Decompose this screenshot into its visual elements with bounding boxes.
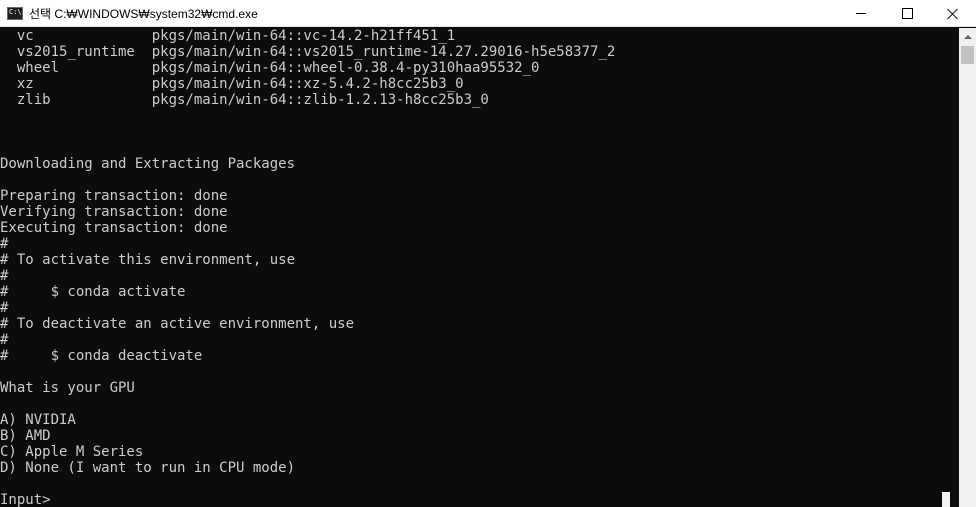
console-line: Preparing transaction: done: [0, 188, 228, 204]
console-line: #: [0, 268, 9, 284]
console-line: D) None (I want to run in CPU mode): [0, 460, 296, 476]
console-line: Executing transaction: done: [0, 220, 228, 236]
console-line: #: [0, 332, 9, 348]
console-line: # To activate this environment, use: [0, 252, 296, 268]
console-line: # To deactivate an active environment, u…: [0, 316, 355, 332]
scroll-thumb[interactable]: [961, 46, 974, 64]
console-line: zlib pkgs/main/win-64::zlib-1.2.13-h8cc2…: [0, 92, 489, 108]
close-button[interactable]: [930, 0, 976, 27]
arrow-up-icon: [963, 34, 972, 39]
console-line: # $ conda deactivate: [0, 348, 203, 364]
minimize-icon: [856, 13, 866, 14]
text-cursor: [942, 492, 950, 507]
maximize-button[interactable]: [884, 0, 930, 27]
title-bar[interactable]: C:\ 선택 C:₩WINDOWS₩system32₩cmd.exe: [0, 0, 976, 27]
console-line: #: [0, 236, 9, 252]
minimize-button[interactable]: [838, 0, 884, 27]
window-title: 선택 C:₩WINDOWS₩system32₩cmd.exe: [29, 7, 258, 21]
console-line: xz pkgs/main/win-64::xz-5.4.2-h8cc25b3_0: [0, 76, 464, 92]
maximize-icon: [901, 8, 913, 19]
console-line: A) NVIDIA: [0, 412, 76, 428]
console-line: vs2015_runtime pkgs/main/win-64::vs2015_…: [0, 44, 616, 60]
console-line: Verifying transaction: done: [0, 204, 228, 220]
cmd-app-icon-text: C:\: [9, 8, 22, 16]
console-line: B) AMD: [0, 428, 51, 444]
vertical-scrollbar[interactable]: [959, 28, 976, 507]
close-icon: [947, 8, 959, 20]
input-prompt[interactable]: Input>: [0, 492, 51, 507]
cmd-app-icon[interactable]: C:\: [7, 7, 23, 20]
console-line: wheel pkgs/main/win-64::wheel-0.38.4-py3…: [0, 60, 540, 76]
console-line: # $ conda activate: [0, 284, 186, 300]
console-line: C) Apple M Series: [0, 444, 144, 460]
console-output[interactable]: vc pkgs/main/win-64::vc-14.2-h21ff451_1 …: [0, 28, 959, 507]
scroll-up-button[interactable]: [959, 28, 976, 45]
console-line: vc pkgs/main/win-64::vc-14.2-h21ff451_1: [0, 28, 456, 44]
console-line: What is your GPU: [0, 380, 135, 396]
console-line: Downloading and Extracting Packages: [0, 156, 296, 172]
console-line: #: [0, 300, 9, 316]
